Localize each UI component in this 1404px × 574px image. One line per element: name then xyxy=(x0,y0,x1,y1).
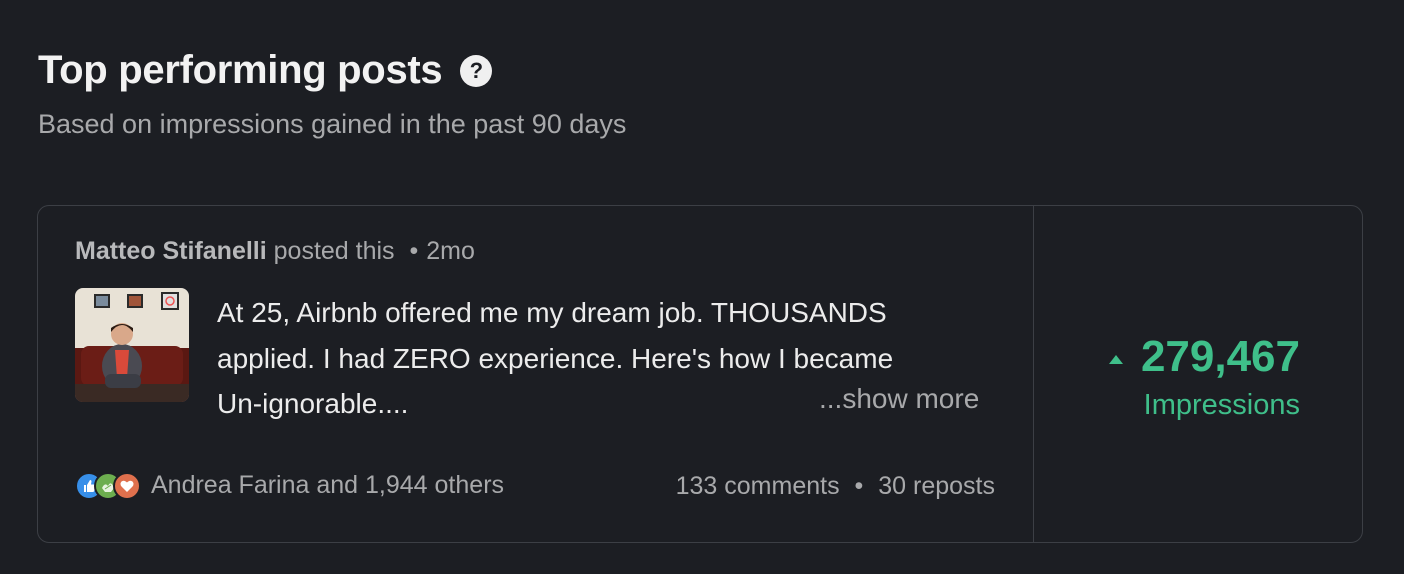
reposts-count[interactable]: 30 reposts xyxy=(878,472,995,500)
post-text-line: At 25, Airbnb offered me my dream job. T… xyxy=(217,297,887,328)
show-more-link[interactable]: ...show more xyxy=(819,381,979,417)
post-attribution: Matteo Stifanelli posted this • 2mo xyxy=(75,236,475,266)
love-icon xyxy=(113,471,141,500)
section-header: Top performing posts ? Based on impressi… xyxy=(38,46,626,140)
post-action: posted this xyxy=(273,237,395,265)
trend-up-icon xyxy=(1108,354,1123,364)
post-content-panel: Matteo Stifanelli posted this • 2mo At 2… xyxy=(38,206,1034,542)
reactions-summary[interactable]: Andrea Farina and 1,944 others xyxy=(75,471,504,500)
engagement-summary: 133 comments • 30 reposts xyxy=(676,471,995,501)
impressions-panel: 279,467 Impressions xyxy=(1034,206,1362,542)
post-age: 2mo xyxy=(426,237,475,265)
post-thumbnail-image xyxy=(75,288,189,402)
post-thumbnail[interactable] xyxy=(75,288,189,402)
post-text-line: applied. I had ZERO experience. Here's h… xyxy=(217,342,894,374)
title-row: Top performing posts ? xyxy=(38,46,626,94)
page-subtitle: Based on impressions gained in the past … xyxy=(38,109,627,139)
separator-dot: • xyxy=(854,472,864,500)
separator-dot: • xyxy=(409,237,419,265)
reactions-text: Andrea Farina and 1,944 others xyxy=(151,471,505,499)
impressions-label: Impressions xyxy=(1143,389,1300,421)
reaction-icons xyxy=(75,471,141,500)
help-icon[interactable]: ? xyxy=(460,55,493,87)
impressions-stat: 279,467 Impressions xyxy=(1108,332,1300,422)
author-name[interactable]: Matteo Stifanelli xyxy=(75,237,267,265)
page-title: Top performing posts xyxy=(38,48,443,92)
comments-count[interactable]: 133 comments xyxy=(676,472,840,500)
impressions-value-row: 279,467 xyxy=(1108,332,1300,382)
post-card[interactable]: Matteo Stifanelli posted this • 2mo At 2… xyxy=(37,205,1363,543)
impressions-value: 279,467 xyxy=(1140,332,1300,381)
